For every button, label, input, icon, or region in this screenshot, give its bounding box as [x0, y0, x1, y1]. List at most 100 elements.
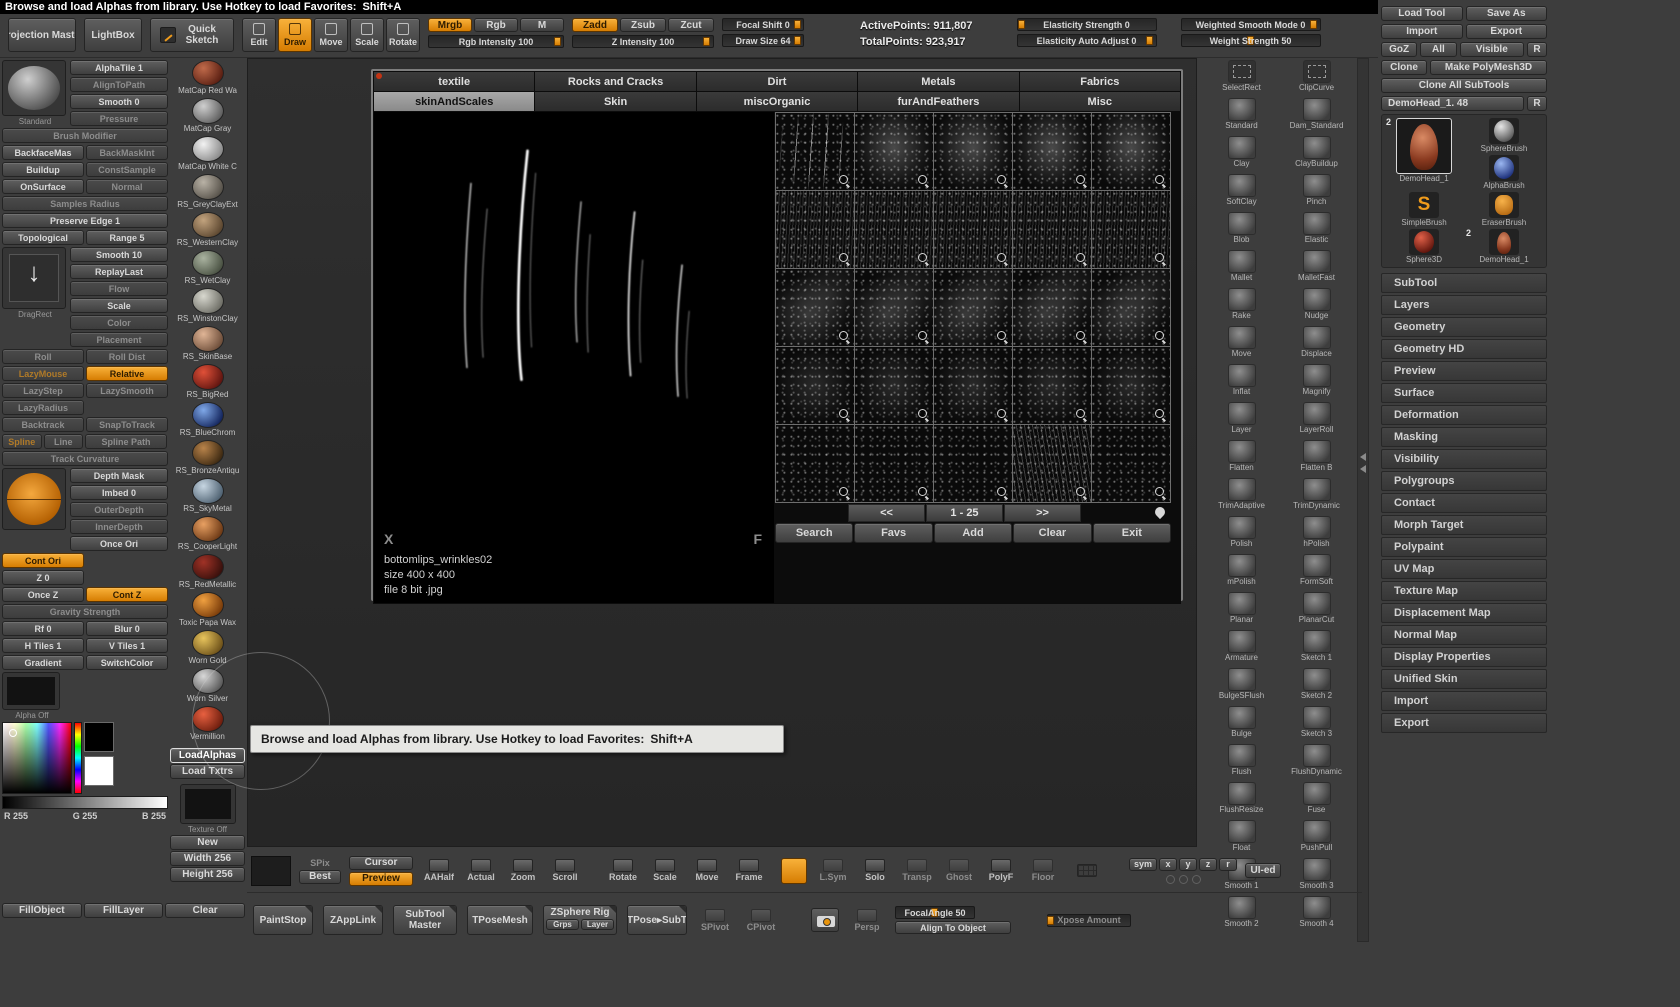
- tool-menu-item[interactable]: Polygroups: [1381, 471, 1547, 491]
- pin-icon[interactable]: [1153, 505, 1167, 519]
- document-canvas[interactable]: textileRocks and CracksDirtMetalsFabrics…: [247, 58, 1197, 847]
- hue-bar[interactable]: [74, 722, 82, 794]
- brush-preset[interactable]: hPolish: [1280, 516, 1353, 554]
- tool-thumbnail[interactable]: EraserBrush: [1465, 192, 1543, 227]
- slider-handle[interactable]: [794, 20, 801, 29]
- tool-mode-button[interactable]: Rotate: [386, 18, 420, 52]
- brush-preset[interactable]: ClayBuildup: [1280, 136, 1353, 174]
- popup-action-button[interactable]: Add: [934, 523, 1012, 543]
- alpha-thumbnail-current[interactable]: [2, 468, 66, 530]
- collapse-arrow-icon[interactable]: [1360, 453, 1366, 461]
- alpha-preview[interactable]: X F: [374, 112, 774, 551]
- magnifier-icon[interactable]: [1154, 330, 1167, 343]
- setting-button[interactable]: LazyMouse: [2, 366, 84, 381]
- magnifier-icon[interactable]: [838, 486, 851, 499]
- brush-preset[interactable]: BulgeSFlush: [1205, 668, 1278, 706]
- axis-toggle-button[interactable]: r: [1219, 858, 1237, 871]
- make-polymesh3d-button[interactable]: Make PolyMesh3D: [1430, 60, 1547, 75]
- setting-button[interactable]: Gravity Strength: [2, 604, 168, 619]
- alpha-category-tab[interactable]: Rocks and Cracks: [535, 72, 695, 91]
- magnifier-icon[interactable]: [917, 486, 930, 499]
- radial-sym-icon[interactable]: [1166, 875, 1175, 884]
- sculpt-mode-button[interactable]: Zadd: [572, 18, 618, 32]
- import-button[interactable]: Import: [1381, 24, 1463, 39]
- popup-action-button[interactable]: Clear: [1013, 523, 1091, 543]
- brush-preset[interactable]: Layer: [1205, 402, 1278, 440]
- brush-preset[interactable]: Rake: [1205, 288, 1278, 326]
- setting-button[interactable]: InnerDepth: [70, 519, 168, 534]
- setting-button[interactable]: Roll Dist: [86, 349, 168, 364]
- brush-preset[interactable]: SoftClay: [1205, 174, 1278, 212]
- setting-button[interactable]: OuterDepth: [70, 502, 168, 517]
- setting-button[interactable]: Flow: [70, 281, 168, 296]
- magnifier-icon[interactable]: [996, 174, 1009, 187]
- tool-menu-item[interactable]: Displacement Map: [1381, 603, 1547, 623]
- view-button[interactable]: Scroll: [547, 859, 583, 882]
- magnifier-icon[interactable]: [838, 408, 851, 421]
- rgb-intensity-slider[interactable]: Rgb Intensity 100: [428, 35, 564, 48]
- setting-button[interactable]: Z 0: [2, 570, 84, 585]
- setting-button[interactable]: Brush Modifier: [2, 128, 168, 143]
- magnifier-icon[interactable]: [1154, 252, 1167, 265]
- setting-button[interactable]: Topological: [2, 230, 84, 245]
- setting-button[interactable]: AlignToPath: [70, 77, 168, 92]
- subtool-master-button[interactable]: SubTool Master: [393, 905, 457, 935]
- alpha-thumbnail[interactable]: [776, 269, 854, 346]
- setting-button[interactable]: LazyRadius: [2, 400, 84, 415]
- brush-preset[interactable]: TrimAdaptive: [1205, 478, 1278, 516]
- elasticity-auto-adjust-slider[interactable]: Elasticity Auto Adjust 0: [1017, 34, 1157, 47]
- fill-button[interactable]: Clear: [165, 903, 245, 918]
- tool-thumbnail[interactable]: SphereBrush: [1465, 118, 1543, 153]
- texture-off-thumbnail[interactable]: [180, 784, 236, 824]
- camera-button[interactable]: [811, 908, 839, 932]
- xpose-amount-slider[interactable]: Xpose Amount: [1047, 914, 1131, 927]
- setting-button[interactable]: Blur 0: [86, 621, 168, 636]
- alpha-thumbnail[interactable]: [1092, 425, 1170, 502]
- alpha-thumbnail[interactable]: [934, 191, 1012, 268]
- setting-button[interactable]: LazySmooth: [86, 383, 168, 398]
- brush-preset[interactable]: Nudge: [1280, 288, 1353, 326]
- cursor-button[interactable]: Cursor: [349, 856, 413, 870]
- material-item[interactable]: RS_WesternClay: [170, 212, 245, 249]
- setting-button[interactable]: Range 5: [86, 230, 168, 245]
- material-item[interactable]: MatCap Red Wa: [170, 60, 245, 97]
- preview-render-button[interactable]: Preview: [349, 872, 413, 886]
- close-icon[interactable]: [376, 73, 382, 79]
- weighted-smooth-mode-slider[interactable]: Weighted Smooth Mode 0: [1181, 18, 1321, 31]
- tool-menu-item[interactable]: SubTool: [1381, 273, 1547, 293]
- tool-mode-button[interactable]: Move: [314, 18, 348, 52]
- setting-button[interactable]: Normal: [86, 179, 168, 194]
- alpha-category-tab[interactable]: Fabrics: [1020, 72, 1180, 91]
- brush-preset[interactable]: mPolish: [1205, 554, 1278, 592]
- value-gradient-bar[interactable]: [2, 796, 168, 809]
- brush-preset[interactable]: MalletFast: [1280, 250, 1353, 288]
- brush-preset[interactable]: FormSoft: [1280, 554, 1353, 592]
- material-item[interactable]: RS_RedMetallic: [170, 554, 245, 591]
- tool-menu-item[interactable]: Texture Map: [1381, 581, 1547, 601]
- alpha-thumbnail[interactable]: [934, 425, 1012, 502]
- setting-button[interactable]: Preserve Edge 1: [2, 213, 168, 228]
- brush-preset[interactable]: Blob: [1205, 212, 1278, 250]
- texture-height-button[interactable]: Height 256: [170, 867, 245, 882]
- material-item[interactable]: Toxic Papa Wax: [170, 592, 245, 629]
- brush-preset[interactable]: Flatten: [1205, 440, 1278, 478]
- view-button[interactable]: Actual: [463, 859, 499, 882]
- projection-master-button[interactable]: Projection Master: [8, 18, 76, 52]
- alpha-thumbnail[interactable]: [855, 191, 933, 268]
- polyframe-grid-button[interactable]: [1069, 864, 1105, 877]
- tool-menu-item[interactable]: Visibility: [1381, 449, 1547, 469]
- radial-sym-icon[interactable]: [1192, 875, 1201, 884]
- canvas-nav-button[interactable]: Rotate: [605, 859, 641, 882]
- color-picker[interactable]: [2, 722, 72, 794]
- setting-button[interactable]: Relative: [86, 366, 168, 381]
- brush-preset[interactable]: Flush: [1205, 744, 1278, 782]
- brush-preset[interactable]: Bulge: [1205, 706, 1278, 744]
- sculpt-mode-button[interactable]: Zsub: [620, 18, 666, 32]
- alpha-category-tab[interactable]: textile: [374, 72, 534, 91]
- material-item[interactable]: RS_GreyClayExt: [170, 174, 245, 211]
- tool-menu-item[interactable]: Preview: [1381, 361, 1547, 381]
- material-item[interactable]: RS_BigRed: [170, 364, 245, 401]
- brush-preset[interactable]: Standard: [1205, 98, 1278, 136]
- brush-preset[interactable]: FlushResize: [1205, 782, 1278, 820]
- tool-menu-item[interactable]: Export: [1381, 713, 1547, 733]
